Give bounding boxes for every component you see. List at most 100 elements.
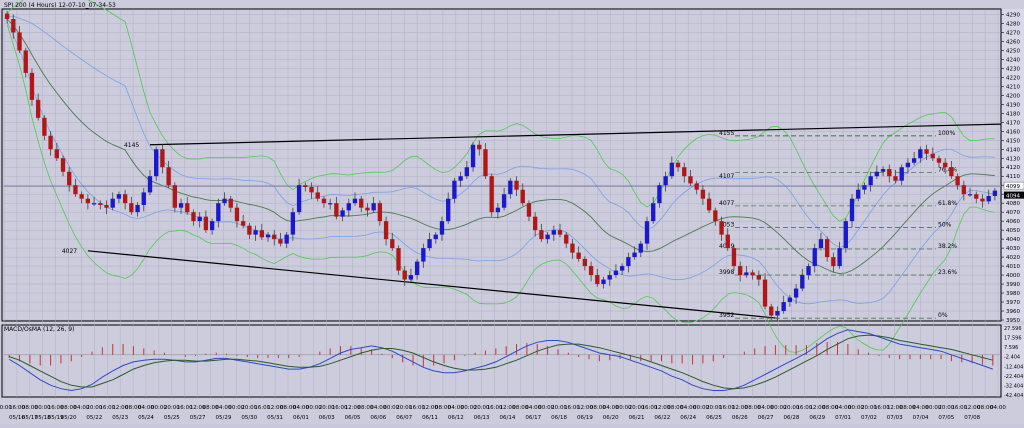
indicator-tick-label: -12.404	[1004, 364, 1023, 370]
candle-body	[284, 234, 289, 244]
price-tick-label: 4140	[1006, 147, 1020, 153]
date-tick-label: 05/22	[86, 415, 102, 421]
fib-level-label: 38.2%	[938, 243, 957, 250]
fib-price-label: 4155	[719, 130, 734, 137]
candle-body	[359, 198, 364, 208]
candle-body	[750, 272, 755, 276]
candle-body	[42, 117, 47, 136]
date-tick-label: 06/17	[525, 415, 541, 421]
candle-body	[557, 230, 563, 235]
candle-body	[756, 275, 761, 280]
candle-body	[899, 167, 904, 181]
candle-body	[29, 72, 35, 100]
price-tick-label: 4020	[1006, 255, 1020, 261]
price-tick-label: 4070	[1006, 210, 1020, 216]
candle-body	[601, 279, 606, 285]
date-tick-label: 05/29	[216, 415, 232, 421]
fib-level-label: 0%	[938, 312, 948, 319]
date-tick-label: 06/25	[706, 415, 722, 421]
candle-body	[197, 216, 202, 222]
candle-body	[17, 32, 22, 51]
candle-body	[918, 149, 923, 159]
fib-price-label: 3952	[719, 312, 734, 319]
candle-body	[446, 198, 451, 222]
date-tick-label: 06/01	[293, 415, 309, 421]
candle-body	[421, 248, 426, 262]
price-tick-label: 4250	[1006, 48, 1020, 54]
candle-body	[247, 225, 252, 235]
candle-body	[762, 279, 768, 307]
candle-body	[862, 185, 867, 190]
candle-body	[706, 198, 712, 211]
price-tick-label: 4060	[1006, 219, 1020, 225]
date-tick-label: 06/13	[474, 415, 490, 421]
candle-body	[315, 192, 320, 199]
candle-body	[638, 243, 643, 253]
price-tick-label: 4110	[1006, 174, 1020, 180]
fib-price-label: 4077	[719, 200, 734, 207]
candle-body	[943, 162, 948, 168]
date-tick-label: 05/31	[267, 415, 283, 421]
candle-body	[831, 257, 836, 267]
date-tick-label: 07/02	[861, 415, 877, 421]
candle-body	[209, 221, 215, 231]
price-tick-label: 4160	[1006, 129, 1020, 135]
candle-body	[371, 203, 376, 211]
candle-body	[216, 203, 221, 222]
candle-body	[265, 234, 271, 238]
date-tick-label: 07/03	[887, 415, 903, 421]
date-tick-label: 06/26	[732, 415, 748, 421]
fib-level-label: 61.8%	[938, 200, 957, 207]
candle-body	[116, 194, 122, 199]
price-tick-label: 4260	[1006, 39, 1020, 45]
candle-body	[141, 192, 146, 205]
candle-body	[383, 221, 389, 240]
candle-body	[352, 198, 358, 204]
candle-body	[489, 176, 494, 213]
candle-body	[657, 185, 662, 204]
candle-body	[11, 18, 16, 33]
candle-body	[545, 234, 550, 240]
candle-body	[607, 275, 612, 280]
candle-body	[23, 50, 28, 73]
date-tick-label: 06/06	[370, 415, 386, 421]
candle-body	[60, 158, 66, 172]
candle-body	[551, 230, 556, 235]
candle-body	[340, 210, 345, 217]
date-tick-label: 06/19	[577, 415, 593, 421]
candle-body	[104, 204, 109, 208]
candle-body	[166, 167, 171, 186]
indicator-tick-label: -2.404	[1004, 355, 1020, 361]
date-tick-label: 06/27	[758, 415, 774, 421]
candle-body	[818, 239, 824, 249]
candle-body	[856, 189, 861, 199]
candle-body	[296, 185, 302, 213]
date-tick-label: 05/25	[164, 415, 180, 421]
candle-body	[501, 194, 507, 208]
candle-body	[321, 198, 327, 204]
time-tick-label: 04:00	[990, 405, 1006, 411]
last-price-label: 4094	[1006, 194, 1020, 200]
date-tick-label: 06/28	[784, 415, 800, 421]
time-axis: 00:0016:0005/1608:0005/1700:0005/1816:00…	[0, 398, 1024, 424]
date-tick-label: 05/30	[241, 415, 257, 421]
candle-body	[470, 144, 476, 168]
date-tick-label: 05/24	[138, 415, 154, 421]
candle-body	[725, 234, 730, 249]
candle-body	[402, 270, 407, 280]
date-tick-label: 06/05	[345, 415, 361, 421]
candle-body	[905, 162, 911, 168]
date-tick-label: 06/03	[319, 415, 335, 421]
candle-body	[48, 135, 53, 150]
indicator-tick-label: 27.596	[1004, 326, 1022, 332]
candle-body	[203, 216, 209, 231]
candle-body	[961, 185, 967, 195]
candle-body	[390, 239, 395, 249]
candle-body	[508, 180, 513, 195]
candle-body	[868, 176, 873, 186]
candle-body	[396, 248, 401, 271]
price-tick-label: 4030	[1006, 246, 1020, 252]
candle-body	[738, 266, 743, 276]
candle-body	[675, 162, 681, 168]
fib-level-label: 100%	[938, 130, 955, 137]
